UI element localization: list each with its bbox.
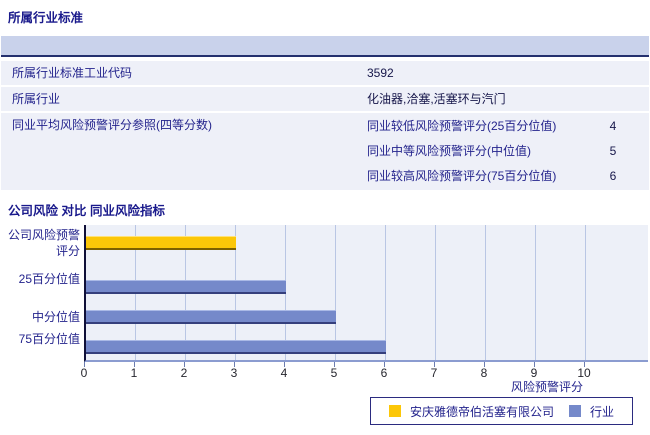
legend-industry-swatch — [569, 405, 581, 417]
x-tick-label: 2 — [180, 366, 188, 380]
quartile-value: 4 — [609, 119, 617, 133]
category-label: 75百分位值 — [18, 332, 80, 346]
row-label: 所属行业标准工业代码 — [12, 66, 133, 80]
report-page: 所属行业标准 所属行业标准工业代码 3592 所属行业 化油器,洽塞,活塞环与汽… — [0, 0, 650, 435]
legend-company-swatch — [388, 405, 401, 417]
x-tick-label: 1 — [130, 366, 138, 380]
x-tick-label: 5 — [330, 366, 338, 380]
chart-legend: 安庆雅德帝伯活塞有限公司 行业 — [370, 397, 633, 425]
x-axis-label: 风险预警评分 — [510, 380, 583, 394]
comparison-section-title: 公司风险 对比 同业风险指标 — [8, 204, 165, 218]
gridline — [535, 225, 536, 360]
table-row-industry: 所属行业 化油器,洽塞,活塞环与汽门 — [1, 87, 649, 111]
quartile-label: 同业中等风险预警评分(中位值) — [367, 144, 531, 158]
x-tick-label: 3 — [230, 366, 238, 380]
chart-bar-company — [86, 236, 236, 250]
gridline — [435, 225, 436, 360]
x-tick-label: 6 — [380, 366, 388, 380]
legend-industry-label: 行业 — [590, 404, 615, 419]
table-row-peer-reference: 同业平均风险预警评分参照(四等分数) 同业较低风险预警评分(25百分位值) 4 … — [1, 113, 649, 190]
chart-bar-industry — [86, 340, 386, 354]
quartile-label: 同业较高风险预警评分(75百分位值) — [367, 169, 557, 183]
x-tick-label: 0 — [80, 366, 88, 380]
row-value: 3592 — [367, 66, 394, 80]
gridline — [485, 225, 486, 360]
row-label: 所属行业 — [12, 92, 61, 106]
industry-standard-section-title: 所属行业标准 — [8, 11, 84, 25]
table-header-band — [1, 36, 649, 57]
chart-bar-industry — [86, 280, 286, 294]
gridline — [585, 225, 586, 360]
category-label: 中分位值 — [31, 310, 80, 324]
table-row-industry-code: 所属行业标准工业代码 3592 — [1, 61, 649, 85]
quartile-row-median: 同业中等风险预警评分(中位值) 5 — [367, 139, 647, 164]
quartile-row-high: 同业较高风险预警评分(75百分位值) 6 — [367, 164, 647, 189]
quartile-row-low: 同业较低风险预警评分(25百分位值) 4 — [367, 114, 647, 139]
chart-bar-industry — [86, 310, 336, 324]
row-label: 同业平均风险预警评分参照(四等分数) — [12, 118, 212, 132]
quartile-value: 5 — [609, 144, 617, 158]
legend-company-label: 安庆雅德帝伯活塞有限公司 — [409, 404, 554, 419]
row-value: 化油器,洽塞,活塞环与汽门 — [367, 92, 506, 106]
category-label: 25百分位值 — [18, 272, 80, 286]
quartile-label: 同业较低风险预警评分(25百分位值) — [367, 119, 557, 133]
category-label: 公司风险预警评分 — [7, 228, 80, 258]
risk-bar-chart-plot — [84, 225, 648, 362]
x-tick-label: 4 — [280, 366, 288, 380]
quartile-value: 6 — [609, 169, 617, 183]
